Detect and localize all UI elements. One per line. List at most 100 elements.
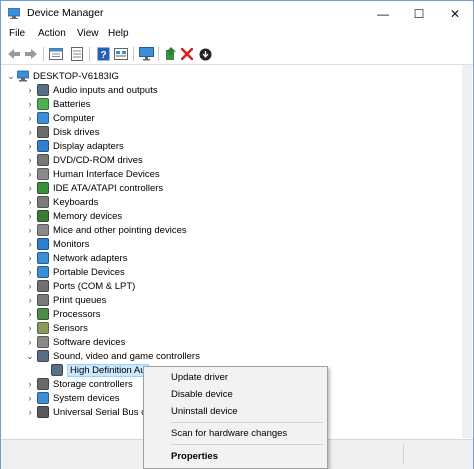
expand-icon[interactable]: ›	[23, 195, 37, 209]
expand-icon[interactable]: ›	[23, 125, 37, 139]
expand-icon[interactable]: ›	[23, 293, 37, 307]
tree-category[interactable]: › Software devices	[23, 335, 125, 349]
tree-device-selected[interactable]: High Definition Au	[51, 363, 149, 377]
tree-category[interactable]: ⌄ Sound, video and game controllers	[23, 349, 200, 363]
ctx-properties[interactable]: Properties	[144, 447, 327, 465]
tree-category[interactable]: › Keyboards	[23, 195, 98, 209]
mouse-icon	[37, 224, 49, 236]
category-label: Audio inputs and outputs	[53, 84, 158, 96]
category-label: Mice and other pointing devices	[53, 224, 187, 236]
expand-icon[interactable]: ›	[23, 307, 37, 321]
ctx-uninstall-device[interactable]: Uninstall device	[144, 402, 327, 420]
sound-icon	[37, 350, 49, 362]
view-icon[interactable]	[113, 46, 129, 62]
tree-category[interactable]: › Computer	[23, 111, 95, 125]
uninstall-icon[interactable]	[179, 46, 195, 62]
tree-category[interactable]: › IDE ATA/ATAPI controllers	[23, 181, 163, 195]
menu-view[interactable]: View	[77, 28, 99, 39]
tree-category[interactable]: › Ports (COM & LPT)	[23, 279, 135, 293]
expand-icon[interactable]: ›	[23, 209, 37, 223]
tree-category[interactable]: › Display adapters	[23, 139, 124, 153]
scan-icon[interactable]	[197, 46, 213, 62]
expand-icon[interactable]: ›	[23, 181, 37, 195]
expand-icon[interactable]: ›	[23, 223, 37, 237]
expand-icon[interactable]: ›	[23, 279, 37, 293]
expand-icon[interactable]: ›	[23, 391, 37, 405]
toolbar-separator	[133, 47, 134, 61]
expand-icon[interactable]: ›	[23, 377, 37, 391]
close-button[interactable]: ✕	[437, 1, 473, 27]
context-menu: Update driver Disable device Uninstall d…	[143, 366, 328, 469]
hid-icon	[37, 168, 49, 180]
minimize-button[interactable]: —	[365, 1, 401, 27]
disk-icon	[37, 126, 49, 138]
category-label: IDE ATA/ATAPI controllers	[53, 182, 164, 194]
keyboard-icon	[37, 196, 49, 208]
expand-icon[interactable]: ›	[23, 83, 37, 97]
tree-category[interactable]: › Network adapters	[23, 251, 127, 265]
help-icon[interactable]: ?	[95, 46, 111, 62]
tree-category[interactable]: › Print queues	[23, 293, 106, 307]
back-icon[interactable]	[6, 46, 22, 62]
usb-icon	[37, 406, 49, 418]
display-icon	[37, 140, 49, 152]
menu-help[interactable]: Help	[108, 28, 129, 39]
computer-icon	[17, 70, 29, 82]
properties-icon[interactable]	[48, 46, 64, 62]
tree-category[interactable]: › Disk drives	[23, 125, 99, 139]
category-label: DVD/CD-ROM drives	[53, 154, 143, 166]
category-label: Software devices	[53, 336, 126, 348]
tree-category[interactable]: › Audio inputs and outputs	[23, 83, 158, 97]
tree-root[interactable]: ⌄ DESKTOP-V6183IG	[5, 69, 119, 83]
expand-icon[interactable]: ›	[23, 111, 37, 125]
tree-category[interactable]: › Mice and other pointing devices	[23, 223, 187, 237]
maximize-button[interactable]: ☐	[401, 1, 437, 27]
tree-category[interactable]: › DVD/CD-ROM drives	[23, 153, 143, 167]
expand-icon[interactable]: ›	[23, 265, 37, 279]
toolbar-separator	[89, 47, 90, 61]
expand-icon[interactable]: ›	[23, 97, 37, 111]
expand-icon[interactable]: ›	[23, 153, 37, 167]
expand-icon[interactable]: ›	[23, 139, 37, 153]
expand-icon[interactable]: ›	[23, 405, 37, 419]
menu-action[interactable]: Action	[38, 28, 66, 39]
expand-icon[interactable]: ›	[23, 237, 37, 251]
category-label: Processors	[53, 308, 101, 320]
ctx-disable-device[interactable]: Disable device	[144, 385, 327, 403]
ctx-scan-hardware[interactable]: Scan for hardware changes	[144, 424, 327, 442]
software-icon	[37, 336, 49, 348]
collapse-icon[interactable]: ⌄	[5, 69, 17, 83]
category-label: Batteries	[53, 98, 91, 110]
toolbar: ?	[1, 44, 473, 65]
forward-icon[interactable]	[23, 46, 39, 62]
window-title: Device Manager	[27, 7, 104, 19]
ctx-update-driver[interactable]: Update driver	[144, 368, 327, 386]
device-label: High Definition Au	[67, 363, 149, 377]
menu-file[interactable]: File	[9, 28, 25, 39]
tree-category[interactable]: › Memory devices	[23, 209, 122, 223]
tree-category[interactable]: › Monitors	[23, 237, 89, 251]
tree-category[interactable]: › Human Interface Devices	[23, 167, 160, 181]
tree-category[interactable]: › System devices	[23, 391, 120, 405]
category-label: Keyboards	[53, 196, 99, 208]
printer-icon	[37, 294, 49, 306]
tree-category[interactable]: › Universal Serial Bus co	[23, 405, 151, 419]
expand-icon[interactable]: ›	[23, 167, 37, 181]
tree-category[interactable]: › Batteries	[23, 97, 91, 111]
expand-icon[interactable]: ›	[23, 321, 37, 335]
category-label: System devices	[53, 392, 120, 404]
tree-category[interactable]: › Processors	[23, 307, 101, 321]
collapse-icon[interactable]: ⌄	[23, 349, 37, 363]
speaker-icon	[37, 84, 49, 96]
show-hide-icon[interactable]	[69, 46, 85, 62]
tree-category[interactable]: › Storage controllers	[23, 377, 133, 391]
speaker-icon	[51, 364, 63, 376]
tree-category[interactable]: › Portable Devices	[23, 265, 125, 279]
monitor-icon[interactable]	[138, 46, 154, 62]
tree-category[interactable]: › Sensors	[23, 321, 88, 335]
update-driver-icon[interactable]	[163, 46, 179, 62]
root-label: DESKTOP-V6183IG	[33, 70, 119, 82]
expand-icon[interactable]: ›	[23, 251, 37, 265]
vertical-scrollbar[interactable]	[462, 65, 472, 438]
expand-icon[interactable]: ›	[23, 335, 37, 349]
